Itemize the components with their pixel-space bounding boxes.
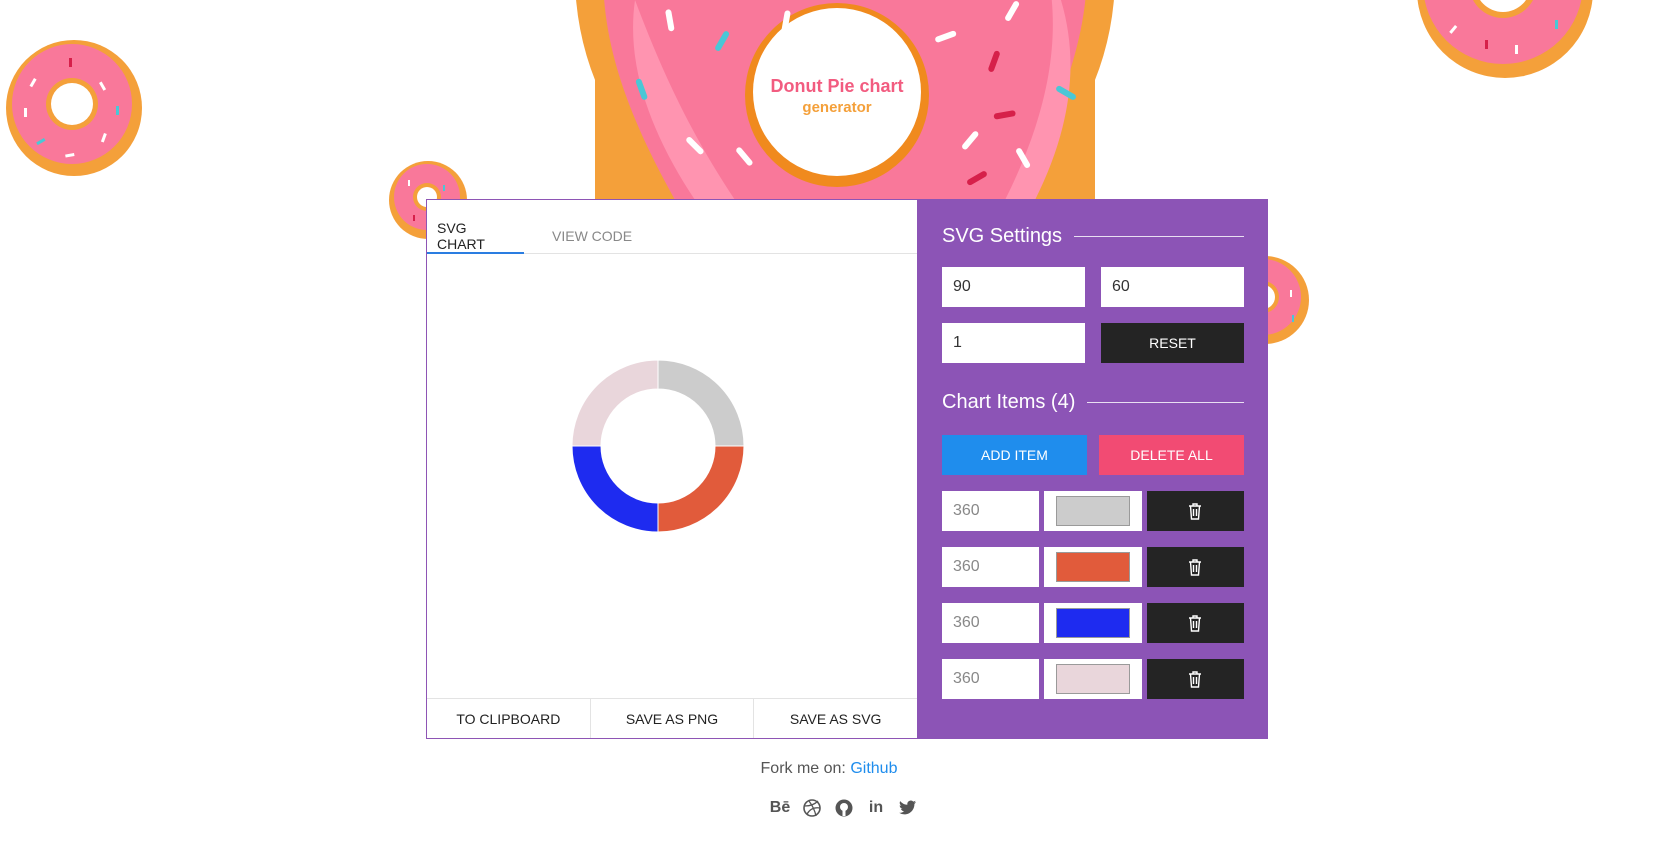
twitter-icon[interactable]: [898, 798, 918, 818]
tab-view-code[interactable]: VIEW CODE: [542, 200, 642, 253]
page: Donut Pie chart generator SVG CHART VIEW…: [0, 0, 1658, 867]
hero-title: Donut Pie chart: [770, 76, 903, 96]
donut-chart: [571, 359, 745, 533]
stroke-input[interactable]: 1: [942, 323, 1085, 363]
export-bar: TO CLIPBOARD SAVE AS PNG SAVE AS SVG: [427, 698, 918, 738]
save-as-svg-button[interactable]: SAVE AS SVG: [754, 699, 918, 738]
donut-slice: [571, 445, 659, 533]
color-swatch: [1056, 496, 1131, 526]
hero-subtitle: generator: [802, 99, 871, 116]
item-value-input[interactable]: 360: [942, 547, 1040, 587]
chart-items-heading: Chart Items (4): [942, 387, 1244, 417]
behance-icon[interactable]: Bē: [770, 798, 790, 818]
item-value-input[interactable]: 360: [942, 491, 1040, 531]
divider: [1087, 401, 1244, 403]
chart-card: SVG CHART VIEW CODE TO CLIPBOARD SAVE AS…: [426, 199, 918, 739]
delete-item-button[interactable]: [1146, 603, 1245, 643]
color-swatch: [1056, 552, 1131, 582]
inner-radius-input[interactable]: 60: [1101, 267, 1244, 307]
donut-decoration-icon: [1417, 0, 1593, 78]
generator-panel: SVG CHART VIEW CODE TO CLIPBOARD SAVE AS…: [426, 199, 1268, 739]
item-color-picker[interactable]: [1044, 491, 1142, 531]
item-value-input[interactable]: 360: [942, 659, 1040, 699]
list-item: 360: [942, 547, 1245, 587]
footer-text: Fork me on:: [760, 760, 846, 777]
item-color-picker[interactable]: [1044, 659, 1142, 699]
social-links: Bē in: [770, 798, 918, 818]
trash-icon: [1189, 503, 1202, 520]
list-item: 360: [942, 659, 1245, 699]
donut-slice: [657, 359, 745, 447]
delete-all-button[interactable]: DELETE ALL: [1099, 435, 1244, 475]
svg-settings-title: SVG Settings: [942, 224, 1063, 247]
divider: [1074, 235, 1244, 237]
tab-bar: SVG CHART VIEW CODE: [427, 200, 917, 254]
item-color-picker[interactable]: [1044, 603, 1142, 643]
color-swatch: [1056, 608, 1131, 638]
linkedin-icon[interactable]: in: [866, 798, 886, 818]
chart-items-title: Chart Items (4): [942, 390, 1076, 413]
dribbble-icon[interactable]: [802, 798, 822, 818]
github-icon[interactable]: [834, 798, 854, 818]
reset-button[interactable]: RESET: [1101, 323, 1244, 363]
footer: Fork me on: Github: [0, 760, 1658, 778]
item-list: 360 360 360 360: [942, 491, 1245, 699]
delete-item-button[interactable]: [1146, 659, 1245, 699]
trash-icon: [1189, 671, 1202, 688]
list-item: 360: [942, 491, 1245, 531]
donut-slice: [657, 445, 745, 533]
save-as-png-button[interactable]: SAVE AS PNG: [590, 699, 755, 738]
hero-donut-logo: Donut Pie chart generator: [576, 0, 1114, 200]
trash-icon: [1189, 559, 1202, 576]
tab-svg-chart[interactable]: SVG CHART: [427, 200, 524, 254]
donut-slice: [571, 359, 659, 447]
list-item: 360: [942, 603, 1245, 643]
chart-preview: [427, 255, 917, 698]
delete-item-button[interactable]: [1146, 547, 1245, 587]
github-link[interactable]: Github: [850, 760, 897, 777]
donut-decoration-icon: [6, 40, 142, 176]
item-value-input[interactable]: 360: [942, 603, 1040, 643]
delete-item-button[interactable]: [1146, 491, 1245, 531]
copy-to-clipboard-button[interactable]: TO CLIPBOARD: [427, 699, 591, 738]
svg-settings-heading: SVG Settings: [942, 221, 1244, 251]
item-color-picker[interactable]: [1044, 547, 1142, 587]
settings-sidebar: SVG Settings 90 60 1 RESET Chart Items (…: [917, 199, 1268, 739]
color-swatch: [1056, 664, 1131, 694]
add-item-button[interactable]: ADD ITEM: [942, 435, 1087, 475]
trash-icon: [1189, 615, 1202, 632]
size-input[interactable]: 90: [942, 267, 1085, 307]
